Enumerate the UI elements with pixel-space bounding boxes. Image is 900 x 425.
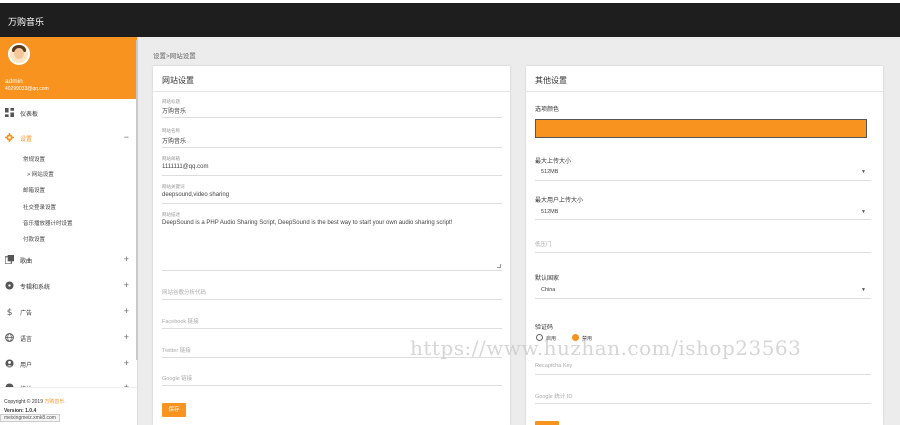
textarea-resize-handle[interactable] (497, 264, 501, 268)
sidebar-item-label: 歌曲 (20, 259, 33, 265)
sidebar-item-label: 用户 (20, 363, 33, 369)
sidebar-subitem-social-login[interactable]: 社交登录设置 (23, 203, 56, 211)
max-upload-select[interactable]: 512MB (541, 169, 558, 175)
top-bar: 万购音乐 (0, 0, 900, 37)
sidebar-item-languages[interactable]: 语言 + (0, 331, 137, 345)
sidebar-item-label: 广告 (20, 311, 33, 317)
google-analytics-id-input[interactable]: Google 统计 ID (535, 392, 572, 400)
site-settings-card: 网站设置 网站标题 万购音乐 网站名称 万购音乐 网站邮箱 1111111@qq… (153, 66, 510, 425)
field-label: 网站名称 (162, 128, 180, 133)
app-brand[interactable]: 万购音乐 (8, 15, 44, 28)
sidebar: admin 40299033@qq.com 仪表板 设置 − 常规设置 > 网站… (0, 37, 138, 425)
user-icon (5, 359, 14, 368)
collapse-icon[interactable]: − (124, 132, 129, 142)
svg-text:$: $ (7, 308, 13, 316)
sidebar-item-users[interactable]: 用户 + (0, 357, 137, 371)
captcha-label: 验证码 (535, 325, 554, 331)
site-name-field[interactable]: 万购音乐 (162, 136, 186, 145)
profile-email: 40299033@qq.com (5, 86, 49, 92)
sidebar-item-label: 语言 (20, 337, 33, 343)
analytics-code-input[interactable]: 网站谷歌分析代码 (162, 288, 206, 296)
dashboard-icon (5, 108, 14, 117)
globe-icon (5, 333, 14, 342)
sidebar-subitem-payment[interactable]: 付款设置 (23, 235, 45, 243)
dropdown-arrow-icon[interactable]: ▼ (861, 169, 866, 175)
copyright: Copyright © 2019 万购音乐. (4, 399, 66, 405)
twitter-link-input[interactable]: Twitter 链接 (162, 346, 191, 354)
card-title: 网站设置 (162, 76, 194, 85)
watermark: https://www.huzhan.com/ishop23563 (410, 336, 802, 360)
sidebar-item-label: 设置 (20, 137, 33, 143)
sidebar-item-label: 专辑和系统 (20, 285, 51, 291)
save-button[interactable]: 保存 (162, 403, 186, 417)
google-link-input[interactable]: Google 链接 (162, 374, 192, 382)
sidebar-item-label: 仪表板 (20, 112, 39, 118)
sidebar-subitem-email[interactable]: 邮箱设置 (23, 186, 45, 194)
theme-color-picker[interactable] (535, 119, 867, 138)
default-country-label: 默认国家 (535, 276, 560, 282)
sidebar-item-dashboard[interactable]: 仪表板 (0, 106, 137, 120)
sidebar-item-albums[interactable]: 专辑和系统 + (0, 279, 137, 293)
disc-icon (5, 281, 14, 290)
other-setting-input[interactable]: 低压门 (535, 240, 552, 248)
other-settings-card: 其他设置 选项颜色 最大上传大小 512MB ▼ 最大用户上传大小 512MB … (526, 66, 883, 425)
profile-panel: admin 40299033@qq.com (0, 37, 137, 99)
facebook-link-input[interactable]: Facebook 链接 (162, 317, 199, 325)
field-label: 网站描述 (162, 212, 180, 217)
recaptcha-key-input[interactable]: Recaptcha Key (535, 363, 572, 369)
sidebar-item-settings[interactable]: 设置 − (0, 131, 137, 145)
max-upload-label: 最大上传大小 (535, 159, 572, 165)
dollar-icon: $ (7, 308, 13, 316)
copyright-brand-link[interactable]: 万购音乐. (44, 399, 65, 405)
breadcrumb: 设置>网站设置 (153, 53, 196, 60)
field-label: 网站关键词 (162, 184, 185, 189)
max-user-upload-select[interactable]: 512MB (541, 209, 558, 215)
expand-icon[interactable]: + (124, 332, 129, 342)
gear-icon (5, 133, 14, 142)
dropdown-arrow-icon[interactable]: ▼ (861, 287, 866, 293)
site-email-field[interactable]: 1111111@qq.com (162, 164, 208, 170)
profile-name: admin (5, 78, 23, 85)
site-title-field[interactable]: 万购音乐 (162, 106, 186, 115)
sidebar-subitem-general[interactable]: 常规设置 (23, 155, 45, 163)
card-title: 其他设置 (535, 76, 567, 85)
theme-color-label: 选项颜色 (535, 107, 560, 113)
status-url: meixingmeiz.xmk8.com (0, 414, 60, 422)
expand-icon[interactable]: + (124, 358, 129, 368)
sidebar-item-songs[interactable]: 歌曲 + (0, 253, 137, 267)
field-label: 网站邮箱 (162, 156, 180, 161)
avatar[interactable] (8, 43, 30, 65)
site-description-textarea[interactable]: DeepSound is a PHP Audio Sharing Script,… (162, 220, 502, 226)
dropdown-arrow-icon[interactable]: ▼ (861, 209, 866, 215)
default-country-select[interactable]: China (541, 287, 555, 293)
sidebar-footer: Copyright © 2019 万购音乐. Version: 1.0.4 me… (0, 387, 137, 425)
sidebar-scrollbar[interactable] (136, 40, 138, 360)
sidebar-subitem-player[interactable]: 音乐播放器计时设置 (23, 219, 73, 227)
expand-icon[interactable]: + (124, 254, 129, 264)
max-user-upload-label: 最大用户上传大小 (535, 198, 584, 204)
field-label: 网站标题 (162, 99, 180, 104)
music-library-icon (5, 255, 14, 264)
expand-icon[interactable]: + (124, 280, 129, 290)
expand-icon[interactable]: + (124, 306, 129, 316)
save-button-other[interactable] (535, 421, 559, 425)
site-keywords-field[interactable]: deepsound,video sharing (162, 192, 229, 198)
sidebar-subitem-site[interactable]: > 网站设置 (27, 170, 54, 178)
sidebar-item-ads[interactable]: $ 广告 + (0, 305, 137, 319)
